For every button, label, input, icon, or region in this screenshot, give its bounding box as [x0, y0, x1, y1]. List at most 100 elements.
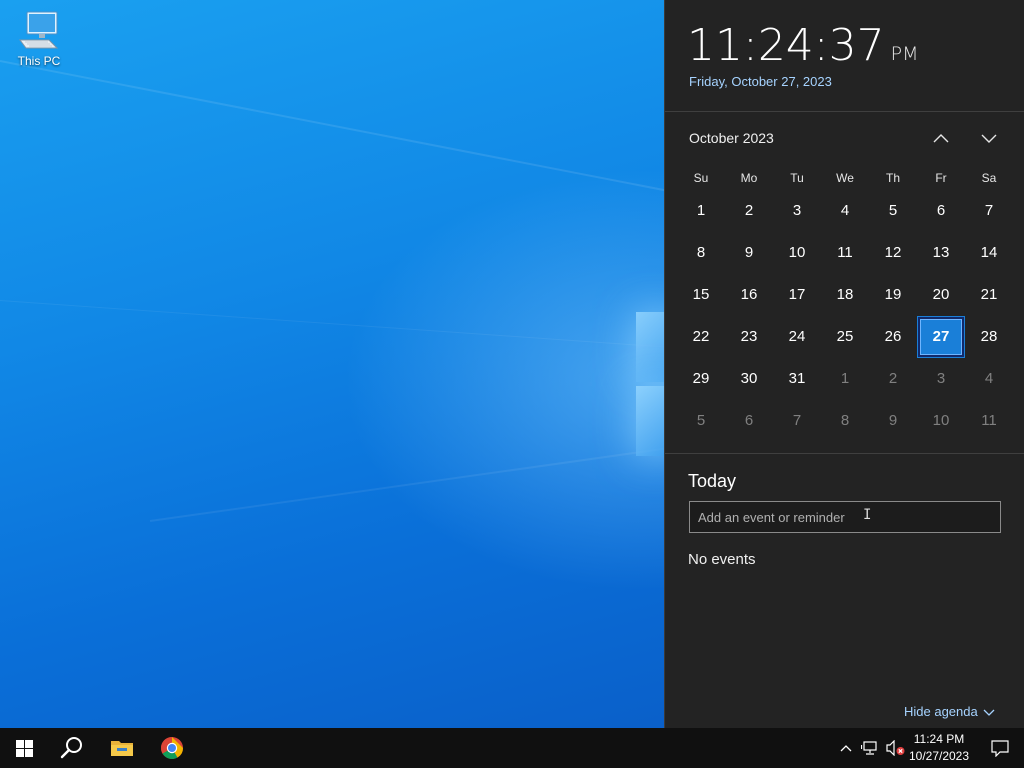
- calendar-day[interactable]: 31: [773, 358, 821, 400]
- calendar-day-number: 6: [744, 412, 754, 429]
- calendar-day[interactable]: 25: [821, 316, 869, 358]
- taskbar-clock[interactable]: 11:24 PM 10/27/2023: [905, 731, 973, 765]
- calendar-day[interactable]: 23: [725, 316, 773, 358]
- chevron-up-icon: [840, 745, 852, 752]
- taskbar-date: 10/27/2023: [908, 749, 970, 763]
- calendar-week-row: 22 23 24 25 26 27 28: [677, 316, 1013, 358]
- calendar-day-number: 9: [888, 412, 898, 429]
- calendar-day[interactable]: 15: [677, 274, 725, 316]
- calendar-day[interactable]: 10: [773, 232, 821, 274]
- calendar-day-number: 22: [692, 328, 710, 345]
- calendar-day-number: 5: [888, 202, 898, 219]
- calendar-day[interactable]: 17: [773, 274, 821, 316]
- calendar-day[interactable]: 29: [677, 358, 725, 400]
- calendar-grid: Su Mo Tu We Th Fr Sa 1 2 3 4 5 6 7 8 9 10 11 12 13 14 15 16 17…: [677, 166, 1013, 442]
- show-hidden-icons-button[interactable]: [836, 728, 856, 768]
- calendar-day-number: 14: [980, 244, 998, 261]
- calendar-day-number: 8: [696, 244, 706, 261]
- add-event-input[interactable]: [689, 501, 1001, 533]
- calendar-day[interactable]: 5: [869, 190, 917, 232]
- windows-logo-icon: [15, 739, 33, 757]
- calendar-day[interactable]: 28: [965, 316, 1013, 358]
- calendar-day[interactable]: 9: [725, 232, 773, 274]
- calendar-day[interactable]: 2: [725, 190, 773, 232]
- calendar-day-number: 7: [792, 412, 802, 429]
- calendar-day[interactable]: 13: [917, 232, 965, 274]
- calendar-week-row: 15 16 17 18 19 20 21: [677, 274, 1013, 316]
- calendar-month-title[interactable]: October 2023: [689, 130, 774, 146]
- volume-muted-icon: [886, 740, 905, 756]
- calendar-day[interactable]: 12: [869, 232, 917, 274]
- clock-time: 11:24:37: [687, 20, 885, 71]
- calendar-day[interactable]: 20: [917, 274, 965, 316]
- calendar-day[interactable]: 26: [869, 316, 917, 358]
- calendar-week-row: 1 2 3 4 5 6 7: [677, 190, 1013, 232]
- calendar-day[interactable]: 2: [869, 358, 917, 400]
- calendar-day[interactable]: 18: [821, 274, 869, 316]
- action-center-button[interactable]: [980, 728, 1020, 768]
- calendar-day-number: 27: [932, 328, 950, 345]
- start-button[interactable]: [0, 728, 48, 768]
- calendar-week-row: 5 6 7 8 9 10 11: [677, 400, 1013, 442]
- calendar-day-number: 26: [884, 328, 902, 345]
- calendar-day-number: 2: [744, 202, 754, 219]
- calendar-day[interactable]: 14: [965, 232, 1013, 274]
- calendar-day[interactable]: 3: [773, 190, 821, 232]
- next-month-button[interactable]: [975, 126, 1003, 150]
- calendar-day[interactable]: 30: [725, 358, 773, 400]
- calendar-day[interactable]: 24: [773, 316, 821, 358]
- calendar-day[interactable]: 19: [869, 274, 917, 316]
- weekday-label: Th: [885, 171, 900, 185]
- hide-agenda-label: Hide agenda: [904, 704, 978, 719]
- calendar-day-number: 4: [984, 370, 994, 387]
- search-button[interactable]: [48, 728, 96, 768]
- calendar-day[interactable]: 22: [677, 316, 725, 358]
- calendar-day[interactable]: 11: [821, 232, 869, 274]
- chevron-up-icon: [933, 134, 949, 143]
- calendar-day[interactable]: 6: [725, 400, 773, 442]
- chrome-button[interactable]: [148, 728, 196, 768]
- calendar-day[interactable]: 11: [965, 400, 1013, 442]
- agenda-title: Today: [688, 471, 737, 491]
- previous-month-button[interactable]: [927, 126, 955, 150]
- file-explorer-button[interactable]: [98, 728, 146, 768]
- calendar-day[interactable]: 7: [965, 190, 1013, 232]
- calendar-day[interactable]: 9: [869, 400, 917, 442]
- calendar-day-number: 30: [740, 370, 758, 387]
- calendar-week-row: 29 30 31 1 2 3 4: [677, 358, 1013, 400]
- calendar-week-row: 8 9 10 11 12 13 14: [677, 232, 1013, 274]
- weekday-label: We: [836, 171, 854, 185]
- calendar-day-number: 7: [984, 202, 994, 219]
- calendar-day[interactable]: 1: [677, 190, 725, 232]
- chrome-icon: [161, 737, 183, 759]
- calendar-day[interactable]: 16: [725, 274, 773, 316]
- calendar-day[interactable]: 4: [965, 358, 1013, 400]
- calendar-day-number: 9: [744, 244, 754, 261]
- calendar-day-number: 24: [788, 328, 806, 345]
- calendar-day[interactable]: 7: [773, 400, 821, 442]
- calendar-day[interactable]: 4: [821, 190, 869, 232]
- date-link[interactable]: Friday, October 27, 2023: [689, 74, 832, 89]
- hide-agenda-link[interactable]: Hide agenda: [904, 704, 996, 719]
- calendar-day[interactable]: 8: [821, 400, 869, 442]
- network-button[interactable]: [858, 728, 882, 768]
- calendar-day-number: 23: [740, 328, 758, 345]
- desktop-icon-label: This PC: [17, 54, 61, 68]
- calendar-day[interactable]: 3: [917, 358, 965, 400]
- calendar-day[interactable]: 21: [965, 274, 1013, 316]
- calendar-day[interactable]: 10: [917, 400, 965, 442]
- folder-icon: [111, 741, 133, 756]
- calendar-day-number: 29: [692, 370, 710, 387]
- desktop-icon-this-pc[interactable]: This PC: [10, 8, 68, 74]
- calendar-day-number: 11: [837, 244, 853, 261]
- chevron-down-icon: [983, 709, 995, 716]
- weekday-label: Tu: [790, 171, 804, 185]
- calendar-day-number: 11: [981, 412, 997, 429]
- calendar-day[interactable]: 8: [677, 232, 725, 274]
- action-center-icon: [991, 739, 1009, 757]
- weekday-label: Su: [693, 171, 709, 185]
- calendar-day[interactable]: 1: [821, 358, 869, 400]
- calendar-day-today[interactable]: 27: [917, 316, 965, 358]
- calendar-day[interactable]: 5: [677, 400, 725, 442]
- calendar-day[interactable]: 6: [917, 190, 965, 232]
